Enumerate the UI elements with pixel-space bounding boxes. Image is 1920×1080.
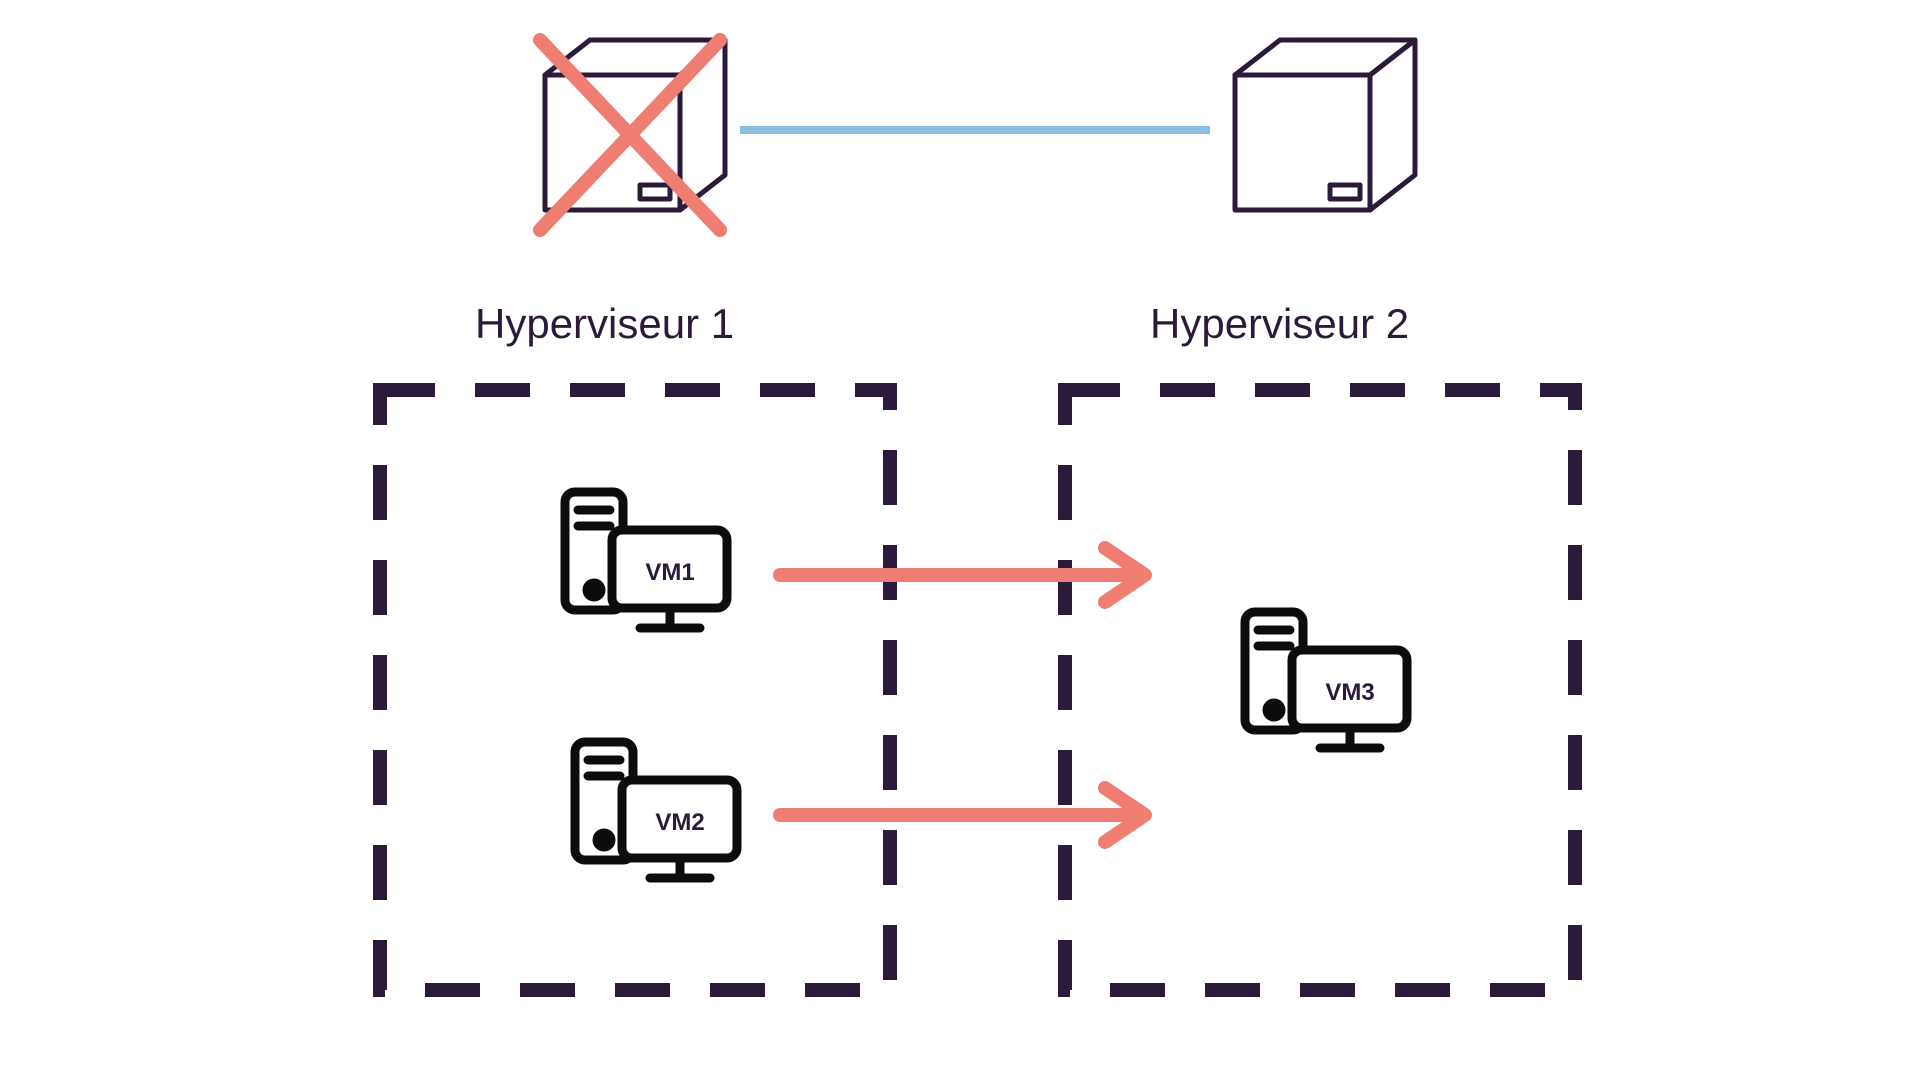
vm3-label: VM3 (1325, 679, 1374, 706)
vm3-icon: VM3 (1230, 600, 1420, 760)
connection-line (740, 120, 1210, 140)
migration-arrow-1 (770, 540, 1170, 610)
hypervisor-1-zone (370, 380, 900, 1000)
vm2-icon: VM2 (560, 730, 750, 890)
vm1-label: VM1 (645, 559, 694, 586)
vm2-label: VM2 (655, 809, 704, 836)
hypervisor-2-cube-icon (1200, 20, 1430, 250)
migration-arrow-2 (770, 780, 1170, 850)
hypervisor-1-label: Hyperviseur 1 (475, 300, 734, 348)
hypervisor-1-cube-icon (510, 20, 740, 250)
diagram-root: Hyperviseur 1 Hyperviseur 2 VM1 (0, 0, 1920, 1080)
vm1-icon: VM1 (550, 480, 740, 640)
hypervisor-2-label: Hyperviseur 2 (1150, 300, 1409, 348)
